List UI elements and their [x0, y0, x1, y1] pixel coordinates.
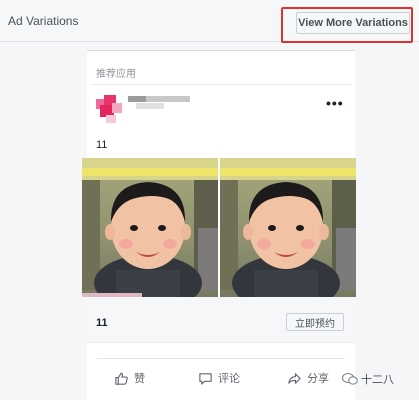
wechat-icon	[342, 373, 358, 385]
thumbs-up-icon	[115, 372, 128, 385]
divider	[97, 358, 345, 359]
like-button[interactable]: 赞	[114, 369, 145, 387]
watermark-label: 十二八	[361, 374, 394, 386]
share-label: 分享	[307, 373, 329, 385]
sponsored-label: 推荐应用	[96, 69, 136, 80]
post-text: 11	[96, 139, 108, 151]
like-label: 赞	[134, 373, 145, 385]
avatar[interactable]	[96, 95, 124, 123]
share-button[interactable]: 分享	[287, 369, 329, 387]
ad-image-carousel[interactable]	[82, 158, 358, 297]
share-arrow-icon	[288, 372, 301, 384]
section-title: Ad Variations	[8, 14, 79, 28]
view-more-variations-button[interactable]: View More Variations	[296, 12, 410, 34]
watermark: 十二八	[342, 371, 394, 387]
page-name-blurred[interactable]	[128, 96, 190, 110]
more-horizontal-icon[interactable]: •••	[326, 96, 344, 110]
ad-image-1[interactable]	[82, 158, 218, 297]
comment-label: 评论	[218, 373, 240, 385]
cta-button[interactable]: 立即预约	[286, 313, 344, 331]
caption-title: 11	[96, 317, 108, 329]
comment-icon	[199, 372, 212, 385]
divider	[90, 84, 352, 85]
ad-image-2[interactable]	[220, 158, 356, 297]
comment-button[interactable]: 评论	[198, 369, 240, 387]
